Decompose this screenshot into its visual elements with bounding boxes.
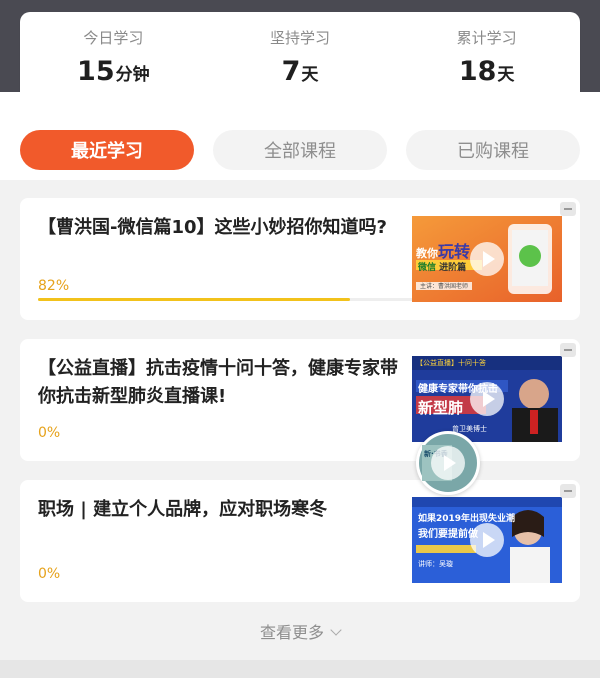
- tab-recent[interactable]: 最近学习: [20, 130, 194, 170]
- play-icon[interactable]: [470, 242, 504, 276]
- progress-text: 0%: [38, 566, 61, 582]
- play-icon[interactable]: [431, 446, 465, 480]
- stat-label: 坚持学习: [269, 28, 330, 47]
- stat-label: 今日学习: [83, 28, 144, 47]
- stat-value: 15: [77, 55, 115, 87]
- bottom-divider: [0, 660, 600, 678]
- floating-player[interactable]: 新·书香: [416, 431, 480, 495]
- progress-text: 0%: [38, 425, 61, 441]
- view-more-link[interactable]: 查看更多: [0, 618, 600, 648]
- stat-label: 累计学习: [456, 28, 517, 47]
- progress-text: 82%: [38, 278, 70, 294]
- chevron-down-icon: [330, 624, 342, 636]
- course-card[interactable]: 职场 | 建立个人品牌，应对职场寒冬 0% 如果2019年出现失业潮 我们要提前…: [20, 480, 580, 602]
- play-icon[interactable]: [470, 382, 504, 416]
- stat-unit: 天: [497, 64, 515, 85]
- course-title: 【曹洪国-微信篇10】这些小妙招你知道吗?: [38, 217, 387, 238]
- course-card[interactable]: 【曹洪国-微信篇10】这些小妙招你知道吗? 82% 教你玩转 微信 进阶篇 主讲…: [20, 198, 580, 320]
- course-thumbnail[interactable]: 如果2019年出现失业潮 我们要提前做 讲师：吴璇: [412, 497, 562, 583]
- progress-fill: [38, 298, 350, 301]
- play-icon[interactable]: [470, 523, 504, 557]
- course-title: 【公益直播】抗击疫情十问十答，健康专家带你抗击新型肺炎直播课!: [38, 358, 398, 407]
- stat-streak: 坚持学习 7天: [210, 28, 390, 91]
- course-thumbnail[interactable]: 【公益直播】十问十答 健康专家带你抗击 新型肺 曾卫美博士: [412, 356, 562, 442]
- tab-all-courses[interactable]: 全部课程: [213, 130, 387, 170]
- view-more-label: 查看更多: [259, 623, 324, 642]
- stat-total: 累计学习 18天: [397, 28, 577, 91]
- stat-today: 今日学习 15分钟: [23, 28, 203, 91]
- course-card[interactable]: 【公益直播】抗击疫情十问十答，健康专家带你抗击新型肺炎直播课! 0% 【公益直播…: [20, 339, 580, 461]
- stat-value: 18: [458, 55, 497, 87]
- collapse-icon[interactable]: [560, 484, 576, 498]
- course-title: 职场 | 建立个人品牌，应对职场寒冬: [38, 499, 328, 520]
- collapse-icon[interactable]: [560, 343, 576, 357]
- course-thumbnail[interactable]: 教你玩转 微信 进阶篇 主讲：曹洪国老师: [412, 216, 562, 302]
- learning-page: 今日学习 15分钟 坚持学习 7天 累计学习 18天 最近学习 全部课程 已购课…: [0, 0, 600, 678]
- stat-unit: 天: [301, 64, 319, 85]
- progress-track: [38, 298, 418, 301]
- stat-value: 7: [281, 55, 301, 87]
- tab-purchased[interactable]: 已购课程: [406, 130, 580, 170]
- collapse-icon[interactable]: [560, 202, 576, 216]
- thumb-text: 教你玩转: [416, 242, 471, 261]
- stat-unit: 分钟: [115, 64, 150, 85]
